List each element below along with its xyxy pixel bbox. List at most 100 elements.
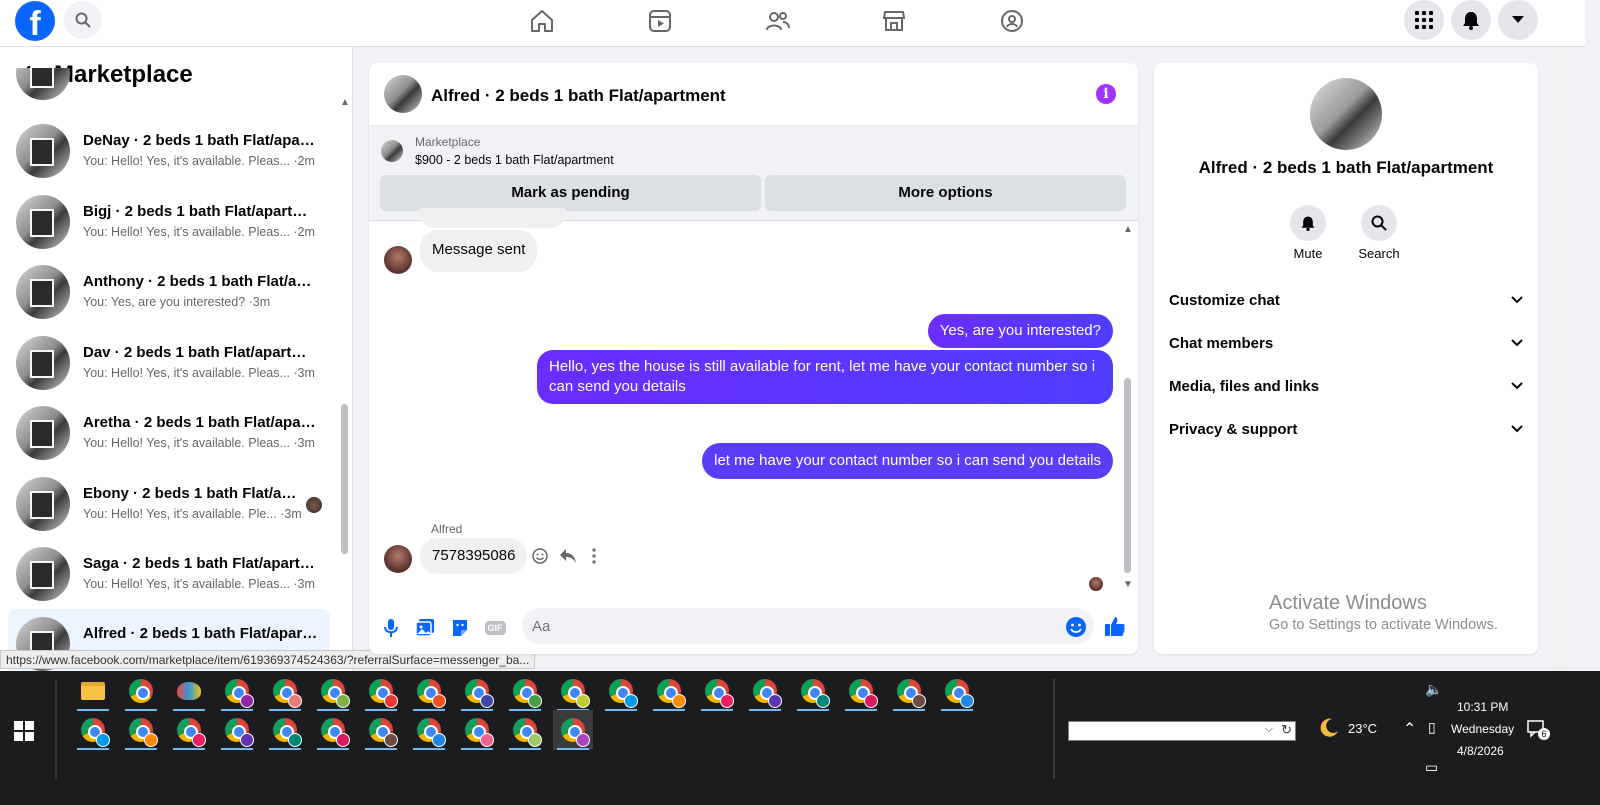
page-scrollbar[interactable] [1553,47,1567,671]
microphone-icon[interactable] [380,617,402,639]
chrome-profile-icon[interactable] [169,710,209,750]
chrome-profile-icon[interactable] [937,671,977,711]
groups-icon[interactable] [997,6,1027,36]
profile-avatar[interactable] [1310,78,1382,150]
paint-app-icon[interactable] [169,671,209,711]
mute-button[interactable]: Mute [1278,205,1338,261]
list-item[interactable]: Saga · 2 beds 1 bath Flat/apartm... You:… [8,539,330,609]
chrome-profile-icon[interactable] [889,671,929,711]
chrome-profile-icon[interactable] [265,671,305,711]
chat-members-section[interactable]: Chat members [1169,323,1523,363]
video-icon[interactable] [645,6,675,36]
notifications-button[interactable] [1451,0,1491,40]
refresh-icon[interactable]: ↻ [1281,722,1292,738]
scroll-down-arrow-icon[interactable]: ▼ [1123,579,1133,590]
dropdown-arrow-icon[interactable]: ⌵ [1265,723,1273,736]
search-conversation-button[interactable]: Search [1349,205,1409,261]
chrome-profile-icon[interactable] [217,710,257,750]
chrome-profile-icon[interactable] [361,671,401,711]
chrome-profile-icon[interactable] [409,710,449,750]
marketplace-icon[interactable] [879,6,909,36]
file-explorer-icon[interactable] [73,671,113,711]
chrome-profile-icon[interactable] [505,671,545,711]
chrome-profile-icon[interactable] [553,671,593,711]
home-icon[interactable] [527,6,557,36]
facebook-logo[interactable]: f [15,1,55,41]
chrome-profile-icon[interactable] [361,710,401,750]
info-icon[interactable]: i [1096,84,1116,104]
app-glyph-icon [801,679,830,708]
clock-day[interactable]: Wednesday [1451,722,1514,736]
scroll-up-arrow-icon[interactable]: ▲ [340,97,350,108]
sender-avatar [384,545,412,573]
gif-icon[interactable]: GIF [484,617,506,639]
more-options-icon[interactable] [591,548,597,564]
weather-temperature[interactable]: 23°C [1348,721,1377,736]
menu-button[interactable] [1404,0,1444,40]
list-item[interactable]: DeNay · 2 beds 1 bath Flat/apart... You:… [8,116,330,186]
list-item[interactable]: Ebony · 2 beds 1 bath Flat/apa... You: H… [8,469,330,539]
friends-icon[interactable] [763,6,793,36]
listing-title[interactable]: $900 - 2 beds 1 bath Flat/apartment [415,153,614,167]
chrome-profile-icon[interactable] [313,710,353,750]
chrome-profile-icon[interactable] [457,710,497,750]
network-icon[interactable]: ▭ [1425,759,1438,776]
seen-avatar [306,497,322,513]
reply-icon[interactable] [559,548,577,564]
chrome-profile-icon[interactable] [745,671,785,711]
chrome-profile-icon[interactable] [73,710,113,750]
chrome-profile-icon[interactable] [601,671,641,711]
clock-date[interactable]: 4/8/2026 [1457,744,1504,758]
customize-chat-section[interactable]: Customize chat [1169,280,1523,320]
chrome-profile-icon[interactable] [649,671,689,711]
media-files-links-section[interactable]: Media, files and links [1169,366,1523,406]
privacy-support-section[interactable]: Privacy & support [1169,409,1523,449]
windows-start-icon[interactable] [14,721,34,741]
list-scrollbar[interactable] [341,404,348,554]
taskbar-address-box[interactable]: ⌵ ↻ [1068,721,1296,741]
volume-icon[interactable]: 🔈 [1425,681,1442,698]
list-item-partial[interactable] [8,68,330,108]
microphone-tray-icon[interactable]: ▯ [1428,719,1436,736]
chrome-profile-icon[interactable] [265,710,305,750]
mark-as-pending-button[interactable]: Mark as pending [380,175,761,211]
chat-avatar[interactable] [384,75,422,113]
chrome-profile-icon[interactable] [553,710,593,750]
chrome-profile-icon[interactable] [505,710,545,750]
emoji-icon[interactable] [1065,616,1087,638]
list-item[interactable]: Aretha · 2 beds 1 bath Flat/apart... You… [8,398,330,468]
chrome-profile-icon[interactable] [697,671,737,711]
photo-icon[interactable] [414,617,436,639]
app-glyph-icon [609,679,638,708]
message-bubble-outgoing: Yes, are you interested? [927,314,1113,348]
profile-badge-icon [240,694,254,708]
clock-time[interactable]: 10:31 PM [1457,700,1508,714]
chrome-profile-icon[interactable] [793,671,833,711]
search-button[interactable] [64,1,102,39]
chat-title[interactable]: Alfred · 2 beds 1 bath Flat/apartment [431,86,726,106]
chrome-profile-icon[interactable] [121,710,161,750]
list-item[interactable]: Dav · 2 beds 1 bath Flat/apartme... You:… [8,328,330,398]
scroll-up-arrow-icon[interactable]: ▲ [1123,224,1133,235]
chrome-profile-icon[interactable] [457,671,497,711]
chrome-profile-icon[interactable] [409,671,449,711]
sticker-icon[interactable] [449,617,471,639]
react-emoji-icon[interactable] [532,548,548,564]
show-hidden-icons-icon[interactable]: ⌃ [1403,719,1416,739]
app-glyph-icon [849,679,878,708]
search-label: Search [1358,246,1400,261]
message-input[interactable] [522,608,1094,644]
chrome-profile-icon[interactable] [313,671,353,711]
notification-center-icon[interactable]: 6 [1527,720,1550,740]
account-menu-button[interactable] [1498,0,1538,40]
more-options-button[interactable]: More options [765,175,1126,211]
chrome-profile-icon[interactable] [121,671,161,711]
chat-scrollbar[interactable] [1124,378,1131,573]
profile-badge-icon [432,694,446,708]
list-item[interactable]: Anthony · 2 beds 1 bath Flat/apa... You:… [8,257,330,327]
thumbs-up-icon[interactable] [1104,615,1126,637]
account-chevron-icon [1512,16,1524,23]
list-item[interactable]: Bigj · 2 beds 1 bath Flat/apartme... You… [8,187,330,257]
chrome-profile-icon[interactable] [217,671,257,711]
chrome-profile-icon[interactable] [841,671,881,711]
